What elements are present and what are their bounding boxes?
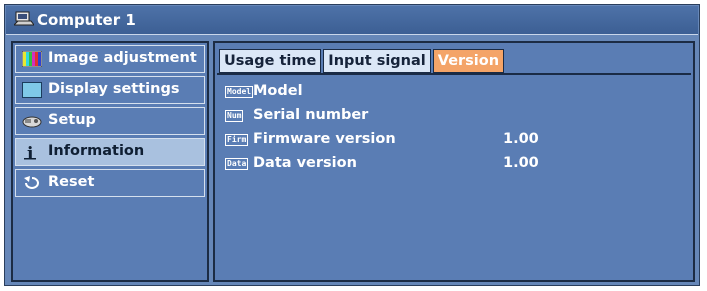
row-value: 1.00 — [503, 131, 539, 147]
sidebar-item-label: Setup — [48, 112, 96, 128]
color-bars-icon — [22, 51, 42, 67]
sidebar-item-setup[interactable]: Setup — [15, 107, 205, 135]
tab-version[interactable]: Version — [432, 49, 505, 73]
model-icon: Model — [225, 86, 254, 98]
row-value: 1.00 — [503, 155, 539, 171]
window: Computer 1 Image adjustment Display sett… — [4, 4, 700, 286]
sidebar-item-label: Display settings — [48, 81, 180, 97]
setup-icon — [22, 116, 42, 128]
window-title: Computer 1 — [37, 11, 136, 29]
data-icon: Data — [225, 158, 249, 170]
number-icon: Num — [225, 110, 244, 122]
sidebar: Image adjustment Display settings Setup … — [11, 41, 209, 282]
sidebar-item-label: Image adjustment — [48, 50, 197, 66]
info-row-firmware-version: Firm Firmware version 1.00 — [225, 131, 625, 151]
sidebar-item-image-adjustment[interactable]: Image adjustment — [15, 45, 205, 73]
tab-divider — [217, 73, 691, 75]
title-bar: Computer 1 — [6, 6, 698, 35]
svg-text:i: i — [27, 144, 34, 160]
info-row-data-version: Data Data version 1.00 — [225, 155, 625, 175]
row-label: Serial number — [253, 107, 369, 123]
row-label: Model — [253, 83, 303, 99]
info-row-serial-number: Num Serial number — [225, 107, 625, 127]
sidebar-item-label: Reset — [48, 174, 95, 190]
sidebar-item-reset[interactable]: Reset — [15, 169, 205, 197]
info-panel: Usage time Input signal Version Model Mo… — [213, 41, 695, 282]
row-label: Data version — [253, 155, 357, 171]
display-icon — [22, 82, 42, 98]
sidebar-item-display-settings[interactable]: Display settings — [15, 76, 205, 104]
sidebar-item-information[interactable]: i Information — [15, 138, 205, 166]
info-row-model: Model Model — [225, 83, 625, 103]
tab-input-signal[interactable]: Input signal — [323, 49, 431, 73]
reset-icon — [24, 176, 39, 189]
computer-icon — [14, 11, 34, 26]
firmware-icon: Firm — [225, 134, 249, 146]
sidebar-item-label: Information — [48, 143, 145, 159]
tab-bar: Usage time Input signal Version — [219, 49, 506, 73]
tab-usage-time[interactable]: Usage time — [219, 49, 322, 73]
info-icon: i — [24, 144, 36, 160]
row-label: Firmware version — [253, 131, 396, 147]
